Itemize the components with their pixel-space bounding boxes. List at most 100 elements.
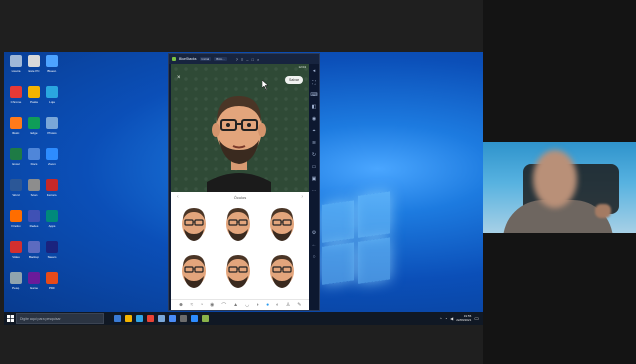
desktop-icon[interactable]: Scan [26, 179, 42, 203]
rotate-icon[interactable]: ↻ [312, 152, 316, 158]
face-icon[interactable]: ◔ [200, 302, 203, 308]
avatar-preview: 12:04 × Salvar [171, 64, 309, 192]
maximize-icon[interactable]: □ [252, 57, 254, 62]
eyes-icon[interactable]: ◉ [210, 302, 214, 308]
desktop-icon[interactable]: Pasta [26, 86, 42, 110]
windows-icon [6, 315, 14, 322]
desktop-icon[interactable]: Video [8, 241, 24, 265]
edge-icon[interactable] [136, 315, 143, 322]
desktop-app-icon [28, 55, 40, 67]
desktop-icon-label: Bluest. [47, 69, 57, 73]
hair-icon[interactable]: ≈ [191, 302, 194, 308]
search-placeholder: Digite aqui para pesquisar [20, 316, 61, 321]
desktop-icon[interactable]: Word [8, 179, 24, 203]
desktop-app-icon [10, 241, 22, 253]
desktop-icon[interactable]: Photos [44, 117, 60, 141]
desktop-icon[interactable]: Pesq. [8, 272, 24, 296]
volume-up-icon[interactable]: ◂ [313, 68, 316, 74]
desktop-icon[interactable]: Steam [44, 241, 60, 265]
start-button[interactable] [4, 312, 16, 325]
desktop-icon[interactable]: Firefox [8, 210, 24, 234]
close-icon[interactable]: × [257, 57, 259, 62]
zoom-icon[interactable] [169, 315, 176, 322]
desktop-icon[interactable]: Illustr. [8, 117, 24, 141]
minimize-icon[interactable]: – [246, 57, 248, 62]
macro-icon[interactable]: ▣ [312, 176, 317, 182]
pose-icon[interactable]: ☻ [178, 302, 183, 308]
desktop-app-icon [46, 210, 58, 222]
bluestacks-title-bar: BlueStacks Inicial Bitm... ? ≡ – □ × [169, 54, 319, 64]
desktop-icon[interactable]: Ferram. [44, 179, 60, 203]
glasses-option[interactable] [221, 251, 255, 295]
keyboard-icon[interactable]: ⌨ [310, 92, 317, 98]
chevron-right-icon[interactable]: › [301, 194, 303, 200]
glasses-option[interactable] [177, 204, 211, 248]
app-task-icon[interactable] [202, 315, 209, 322]
file-explorer-icon[interactable] [125, 315, 132, 322]
nose-icon[interactable]: ▲ [233, 302, 238, 308]
glasses-option[interactable] [265, 204, 299, 248]
pen-icon[interactable]: ✎ [297, 302, 301, 308]
back-icon[interactable]: ← [312, 242, 317, 248]
glasses-option[interactable] [177, 251, 211, 295]
store-icon[interactable] [158, 315, 165, 322]
chrome-icon[interactable] [147, 315, 154, 322]
glasses-option[interactable] [221, 204, 255, 248]
fullscreen-icon[interactable]: ⛶ [312, 80, 316, 86]
more-icon[interactable]: ⋯ [312, 188, 317, 194]
record-icon[interactable]: ◉ [312, 116, 316, 122]
settings-gear-icon[interactable]: ⚙ [312, 230, 316, 236]
desktop-icon[interactable]: PDF [44, 272, 60, 296]
volume-icon[interactable]: ◀ [450, 316, 453, 321]
glasses-icon[interactable]: ● [266, 302, 269, 308]
hat-icon[interactable]: ◐ [276, 302, 279, 308]
desktop-icon[interactable]: Game [26, 272, 42, 296]
screenshot-icon[interactable]: ◧ [312, 104, 317, 110]
tray-chevron-icon[interactable]: ^ [440, 316, 442, 321]
bluestacks-task-icon[interactable] [191, 315, 198, 322]
desktop-icon[interactable]: Apps [44, 210, 60, 234]
settings-icon[interactable] [180, 315, 187, 322]
ear-icon[interactable]: ◗ [256, 302, 259, 308]
desktop-icon[interactable]: Chrome [8, 86, 24, 110]
desktop-icon-label: Redes [29, 224, 39, 228]
desktop-icon[interactable]: Excel [8, 148, 24, 172]
windows-logo-wallpaper [322, 191, 392, 287]
glasses-option[interactable] [265, 251, 299, 295]
brow-icon[interactable]: ⌒ [221, 302, 226, 309]
close-editor-icon[interactable]: × [177, 75, 181, 81]
desktop-app-icon [46, 86, 58, 98]
desktop-icon-label: Este PC [28, 69, 40, 73]
desktop-app-icon [28, 210, 40, 222]
tab-home[interactable]: Inicial [199, 57, 212, 61]
home-icon[interactable]: ○ [312, 254, 315, 260]
desktop-app-icon [28, 241, 40, 253]
desktop-icon[interactable]: Backup [26, 241, 42, 265]
desktop-app-icon [28, 272, 40, 284]
notification-icon[interactable]: ▭ [474, 316, 479, 322]
desktop-icon[interactable]: Edge [26, 117, 42, 141]
desktop-icon[interactable]: Loja [44, 86, 60, 110]
shake-icon[interactable]: ≋ [312, 140, 316, 146]
location-icon[interactable]: ⌖ [313, 128, 316, 134]
taskbar-search-box[interactable]: Digite aqui para pesquisar [16, 313, 104, 324]
clock[interactable]: 19:55 22/09/2021 [456, 314, 471, 322]
help-icon[interactable]: ? [236, 57, 238, 62]
tab-bitmoji[interactable]: Bitm... [214, 57, 227, 61]
desktop-icon[interactable]: Este PC [26, 55, 42, 79]
save-button[interactable]: Salvar [285, 76, 303, 84]
desktop-app-icon [46, 179, 58, 191]
folder-icon[interactable]: ▭ [312, 164, 317, 170]
desktop-icon[interactable]: Zoom [44, 148, 60, 172]
mouth-icon[interactable]: ◡ [245, 302, 249, 308]
task-view-icon[interactable] [114, 315, 121, 322]
body-icon[interactable]: ♙ [286, 302, 290, 308]
desktop-icon[interactable]: Lixeira [8, 55, 24, 79]
person-hand [595, 204, 611, 218]
desktop-icon[interactable]: Redes [26, 210, 42, 234]
desktop-icon[interactable]: Bluest. [44, 55, 60, 79]
menu-icon[interactable]: ≡ [241, 57, 243, 62]
desktop-icon[interactable]: Docs [26, 148, 42, 172]
wifi-icon[interactable]: ◔ [445, 316, 447, 321]
desktop-icon-label: Loja [49, 100, 55, 104]
